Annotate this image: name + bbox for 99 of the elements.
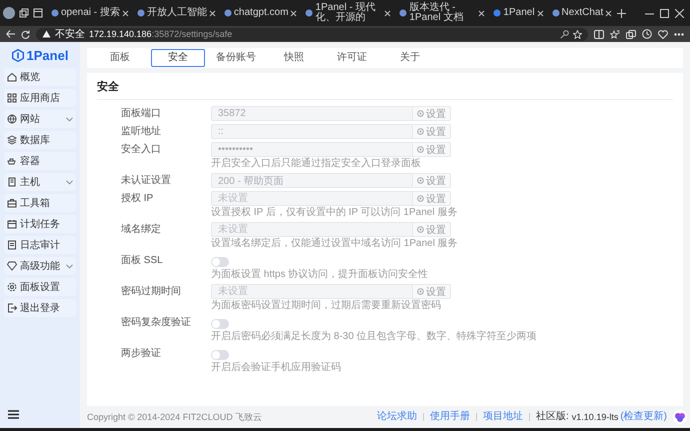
settings-tab[interactable]: 面板 (93, 49, 147, 67)
plus-icon[interactable] (617, 8, 626, 18)
sidebar-item[interactable]: 概览 (4, 68, 76, 86)
site-icon (136, 9, 145, 17)
address-field[interactable]: 不安全 172.19.140.186:35872/settings/safe (36, 28, 588, 40)
menu-icon[interactable] (8, 410, 19, 419)
toolbox-icon (7, 198, 17, 208)
close-icon[interactable] (536, 10, 544, 16)
browser-tab[interactable]: 版本迭代 - 1Panel 文档 (396, 1, 488, 25)
footer-link[interactable]: 使用手册 (430, 411, 470, 423)
settings-tab[interactable]: 安全 (151, 49, 205, 67)
help-text: 为面板设置 https 协议访问，提升面板访问安全性 (211, 269, 428, 281)
field-label: 面板端口 (121, 106, 162, 121)
settings-tab[interactable]: 备份账号 (209, 49, 263, 67)
toggle-switch[interactable] (211, 319, 229, 329)
help-text: 开启后密码必须满足长度为 8-30 位且包含字母、数字、特殊字符至少两项 (211, 331, 537, 343)
server-icon (7, 177, 17, 187)
close-icon[interactable] (605, 10, 612, 16)
chevron-down-icon (66, 180, 73, 184)
logout-icon (7, 303, 17, 313)
close-icon[interactable] (290, 10, 298, 16)
help-text: 开启安全入口后只能通过指定安全入口登录面板 (211, 158, 421, 170)
update-link[interactable]: (检查更新) (620, 411, 667, 423)
site-icon (305, 9, 314, 17)
more-icon[interactable] (674, 32, 684, 36)
globe-icon (7, 114, 17, 124)
site-icon (399, 9, 408, 17)
chevron-down-icon (66, 116, 73, 122)
site-icon (493, 9, 502, 17)
sidebar-item[interactable]: 计划任务 (4, 215, 76, 233)
logo-text: 1Panel (26, 48, 68, 62)
sidebar-item[interactable]: 网站 (4, 110, 76, 128)
sidebar-item[interactable]: 工具箱 (4, 194, 76, 212)
help-text: 为面板密码设置过期时间，过期后需要重新设置密码 (211, 300, 441, 312)
edition-label: 社区版: (536, 411, 569, 423)
field-label: 授权 IP (121, 192, 154, 206)
house-icon (7, 72, 17, 82)
toggle-switch[interactable] (211, 257, 229, 267)
heart-icon[interactable] (658, 30, 668, 38)
sidebar-item[interactable]: 数据库 (4, 131, 76, 149)
field-label: 密码复杂度验证 (121, 316, 192, 330)
browser-tab[interactable]: NextChat (548, 1, 616, 25)
settings-tab[interactable]: 许可证 (325, 49, 379, 67)
help-text: 开启后会验证手机应用验证码 (211, 362, 341, 374)
site-icon (51, 9, 59, 17)
workspaces-icon[interactable] (19, 8, 29, 18)
chevron-down-icon (66, 264, 73, 268)
close-icon[interactable] (478, 10, 486, 16)
browser-tab[interactable]: chatgpt.com (220, 1, 300, 25)
field-label: 监听地址 (121, 124, 162, 139)
hexagon-logo-icon (12, 48, 24, 62)
sidebar-item[interactable]: 日志审计 (4, 236, 76, 254)
back-icon[interactable] (6, 30, 15, 38)
grid-icon (7, 93, 17, 103)
maximize-icon[interactable] (660, 8, 669, 18)
browser-tab[interactable]: openai - 搜索 (48, 1, 132, 25)
layers-icon (7, 135, 17, 145)
close-icon[interactable] (675, 8, 684, 18)
brain-icon[interactable] (673, 410, 687, 424)
field-label: 安全入口 (121, 142, 162, 157)
settings-tab[interactable]: 快照 (267, 49, 321, 67)
sidebar-item[interactable]: 退出登录 (4, 299, 76, 317)
field-label: 面板 SSL (121, 254, 164, 268)
site-icon (224, 9, 232, 17)
sidebar-item[interactable]: 高级功能 (4, 257, 76, 275)
help-text: 设置域名绑定后，仅能通过设置中域名访问 1Panel 服务 (211, 238, 458, 250)
history-icon[interactable] (642, 29, 652, 39)
section-title: 安全 (97, 78, 673, 100)
favorites-icon[interactable] (610, 30, 620, 38)
field-label: 密码过期时间 (121, 284, 182, 299)
browser-tab[interactable]: 1Panel (490, 1, 547, 25)
copyright-text: Copyright © 2014-2024 FIT2CLOUD 飞致云 (87, 411, 262, 423)
split-screen-icon[interactable] (594, 30, 604, 38)
sidebar-item[interactable]: 面板设置 (4, 278, 76, 296)
profile-icon[interactable] (3, 7, 15, 19)
close-icon[interactable] (208, 10, 216, 16)
tab-actions-icon[interactable] (33, 8, 43, 18)
close-icon[interactable] (122, 10, 129, 16)
field-label: 域名绑定 (121, 222, 162, 237)
warning-icon (42, 30, 51, 38)
version-text: v1.10.19-lts (572, 411, 618, 423)
close-icon[interactable] (384, 10, 392, 16)
document-icon (7, 240, 17, 250)
browser-tab[interactable]: 开放人工智能 (134, 1, 219, 25)
field-label: 未认证设置 (121, 174, 172, 188)
sidebar-item[interactable]: 容器 (4, 152, 76, 170)
diamond-icon (7, 261, 17, 271)
toggle-switch[interactable] (211, 350, 229, 360)
calendar-icon (7, 219, 17, 229)
browser-tab[interactable]: 1Panel - 现代化、开源的 (302, 1, 394, 25)
field-label: 两步验证 (121, 346, 162, 361)
star-icon[interactable] (573, 30, 582, 38)
reload-icon[interactable] (21, 30, 30, 38)
collections-icon[interactable] (626, 30, 636, 38)
sidebar-item[interactable]: 应用商店 (4, 89, 76, 107)
settings-tab[interactable]: 关于 (383, 49, 437, 67)
site-icon (552, 9, 560, 17)
sidebar-item[interactable]: 主机 (4, 173, 76, 191)
help-text: 设置授权 IP 后，仅有设置中的 IP 可以访问 1Panel 服务 (211, 207, 458, 219)
